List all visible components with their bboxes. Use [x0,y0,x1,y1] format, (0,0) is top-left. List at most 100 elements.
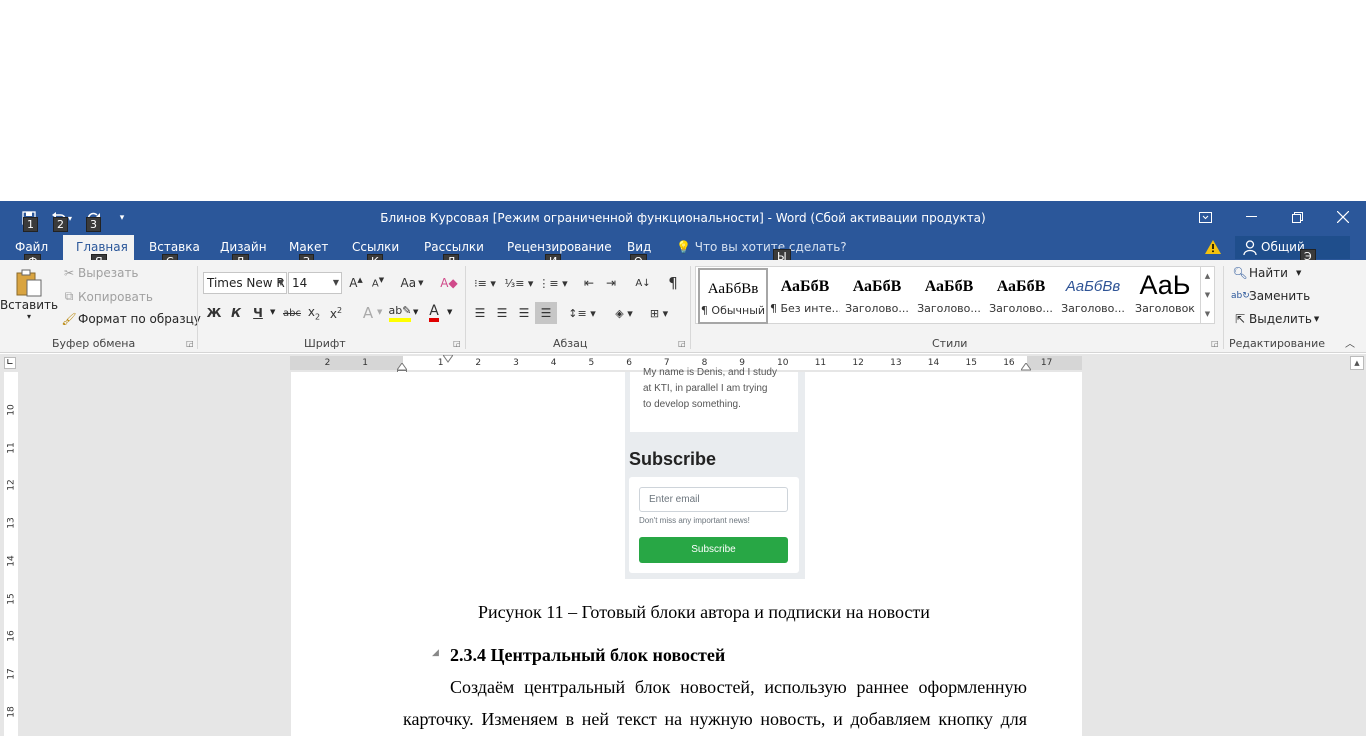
style-no-spacing[interactable]: АаБбВ ¶ Без инте... [770,268,840,324]
align-center-button[interactable]: ☰ [491,302,513,324]
bullets-icon: ⁝≡ ▾ [474,276,496,290]
style-heading-3[interactable]: АаБбВ Заголово... [986,268,1056,324]
collapse-heading-icon[interactable]: ◢ [432,648,439,658]
decrease-indent-button[interactable]: ⇤ [578,272,600,294]
align-left-button[interactable]: ☰ [469,302,491,324]
font-launcher-icon[interactable]: ◲ [453,339,461,348]
collapse-ribbon-icon[interactable]: ︿ [1345,335,1355,350]
style-preview: АаБбВ [852,278,902,295]
styles-launcher-icon[interactable]: ◲ [1211,339,1219,348]
clipboard-launcher-icon[interactable]: ◲ [186,339,194,348]
find-button[interactable]: 🔍︎ Найти ▼ [1231,266,1301,280]
justify-button[interactable]: ☰ [535,302,557,324]
scroll-up-icon[interactable]: ▲ [1201,267,1214,286]
style-preview: АаБбВв [1065,278,1121,295]
bold-button[interactable]: Ж [203,302,225,324]
close-icon[interactable] [1320,201,1366,233]
right-indent-icon[interactable] [1021,363,1031,371]
subscribe-hint: Don't miss any important news! [639,516,750,525]
paragraph-line: Создаём центральный блок новостей, испол… [450,677,1027,697]
align-right-button[interactable]: ☰ [513,302,535,324]
tab-selector-icon[interactable]: ∟ [4,357,16,369]
paste-button[interactable]: Вставить ▾ [0,268,58,334]
show-marks-button[interactable]: ¶ [662,272,684,294]
minimize-icon[interactable] [1228,201,1274,233]
change-case-button[interactable]: Aa ▼ [396,272,428,294]
ruler-number: 13 [6,517,17,529]
borders-icon: ⊞ ▾ [649,306,669,320]
subscript-button[interactable]: x2 [303,302,325,324]
paragraph-launcher-icon[interactable]: ◲ [678,339,686,348]
vertical-scrollbar[interactable]: ▲ [1348,354,1366,736]
highlight-dropdown-icon[interactable]: ▼ [413,308,418,316]
italic-button[interactable]: К [225,302,247,324]
text-effects-button[interactable]: A [357,302,379,324]
ruler-number: 17 [6,668,17,680]
ruler-number: 3 [513,358,519,368]
change-case-label: Aa [400,276,417,290]
underline-dropdown-icon[interactable]: ▼ [270,308,275,316]
highlight-button[interactable]: ab✎ [388,302,412,324]
font-color-button[interactable]: A [423,302,445,324]
group-label-editing: Редактирование [1229,337,1325,350]
select-button[interactable]: ⇱ Выделить ▼ [1231,312,1319,326]
style-name: Заголовок [1135,302,1195,315]
style-preview: АаБбВ [780,278,830,295]
increase-indent-button[interactable]: ⇥ [600,272,622,294]
replace-button[interactable]: ab↻ Заменить [1231,289,1310,303]
font-size-combo[interactable]: 14 ▼ [288,272,342,294]
strikethrough-button[interactable]: abc [281,302,303,324]
tell-me-box[interactable]: 💡 Что вы хотите сделать? [676,235,847,260]
borders-button[interactable]: ⊞ ▾ [643,302,675,324]
grow-font-button[interactable]: A▲ [345,272,367,294]
copy-button[interactable]: ⧉ Копировать [60,289,153,304]
underline-button[interactable]: Ч [247,302,269,324]
style-name: Заголово... [989,302,1053,315]
first-line-indent-icon[interactable] [443,355,453,363]
sort-button[interactable]: A↓ [632,272,654,294]
copy-icon: ⧉ [64,289,74,303]
style-heading-1[interactable]: АаБбВ Заголово... [842,268,912,324]
cut-button[interactable]: ✂ Вырезать [60,266,139,280]
style-heading-4[interactable]: АаБбВв Заголово... [1058,268,1128,324]
restore-icon[interactable] [1274,201,1320,233]
styles-gallery: АаБбВв ¶ Обычный АаБбВ ¶ Без инте... АаБ… [695,266,1215,324]
font-name-value: Times New R [207,276,285,290]
about-line: at KTI, in parallel I am trying [643,383,768,394]
email-field: Enter email [639,487,788,512]
multilevel-list-button[interactable]: ⋮≡ ▾ [537,272,569,294]
numbering-icon: ⅓≡ ▾ [504,276,534,290]
styles-scroll[interactable]: ▲ ▼ ▼ [1200,267,1214,323]
font-name-combo[interactable]: Times New R ▼ [203,272,287,294]
embedded-screenshot[interactable]: My name is Denis, and I study at KTI, in… [625,367,805,579]
pilcrow-icon: ¶ [668,274,678,292]
separator [197,266,198,349]
style-preview: АаЬ [1139,270,1191,300]
scroll-up-arrow-icon[interactable]: ▲ [1350,356,1364,370]
ribbon-display-options-icon[interactable] [1182,201,1228,233]
group-label-clipboard: Буфер обмена [52,337,136,350]
scroll-down-icon[interactable]: ▼ [1201,286,1214,305]
numbering-button[interactable]: ⅓≡ ▾ [503,272,535,294]
style-normal[interactable]: АаБбВв ¶ Обычный [698,268,768,324]
text-effects-dropdown-icon[interactable]: ▼ [377,308,382,316]
line-spacing-button[interactable]: ↕≡ ▾ [566,302,598,324]
bullets-button[interactable]: ⁝≡ ▾ [469,272,501,294]
shrink-font-button[interactable]: A▼ [367,272,389,294]
vertical-ruler[interactable]: 10 11 12 13 14 15 16 17 18 [4,372,18,736]
format-painter-button[interactable]: 🖌 Формат по образцу [60,312,201,326]
style-title[interactable]: АаЬ Заголовок [1130,268,1200,324]
more-styles-icon[interactable]: ▼ [1201,305,1214,323]
style-heading-2[interactable]: АаБбВ Заголово... [914,268,984,324]
clear-formatting-button[interactable]: A◆ [438,272,460,294]
shading-button[interactable]: ◈ ▾ [608,302,640,324]
share-button[interactable]: Общий доступ [1235,236,1350,277]
separator [465,266,466,349]
font-color-dropdown-icon[interactable]: ▼ [447,308,452,316]
decrease-indent-icon: ⇤ [583,276,595,290]
warning-icon[interactable] [1205,240,1221,254]
shrink-font-icon: A▼ [371,276,385,290]
cursor-icon: ⇱ [1234,312,1246,326]
superscript-button[interactable]: x2 [325,302,347,324]
paste-dropdown-icon: ▾ [26,312,31,321]
